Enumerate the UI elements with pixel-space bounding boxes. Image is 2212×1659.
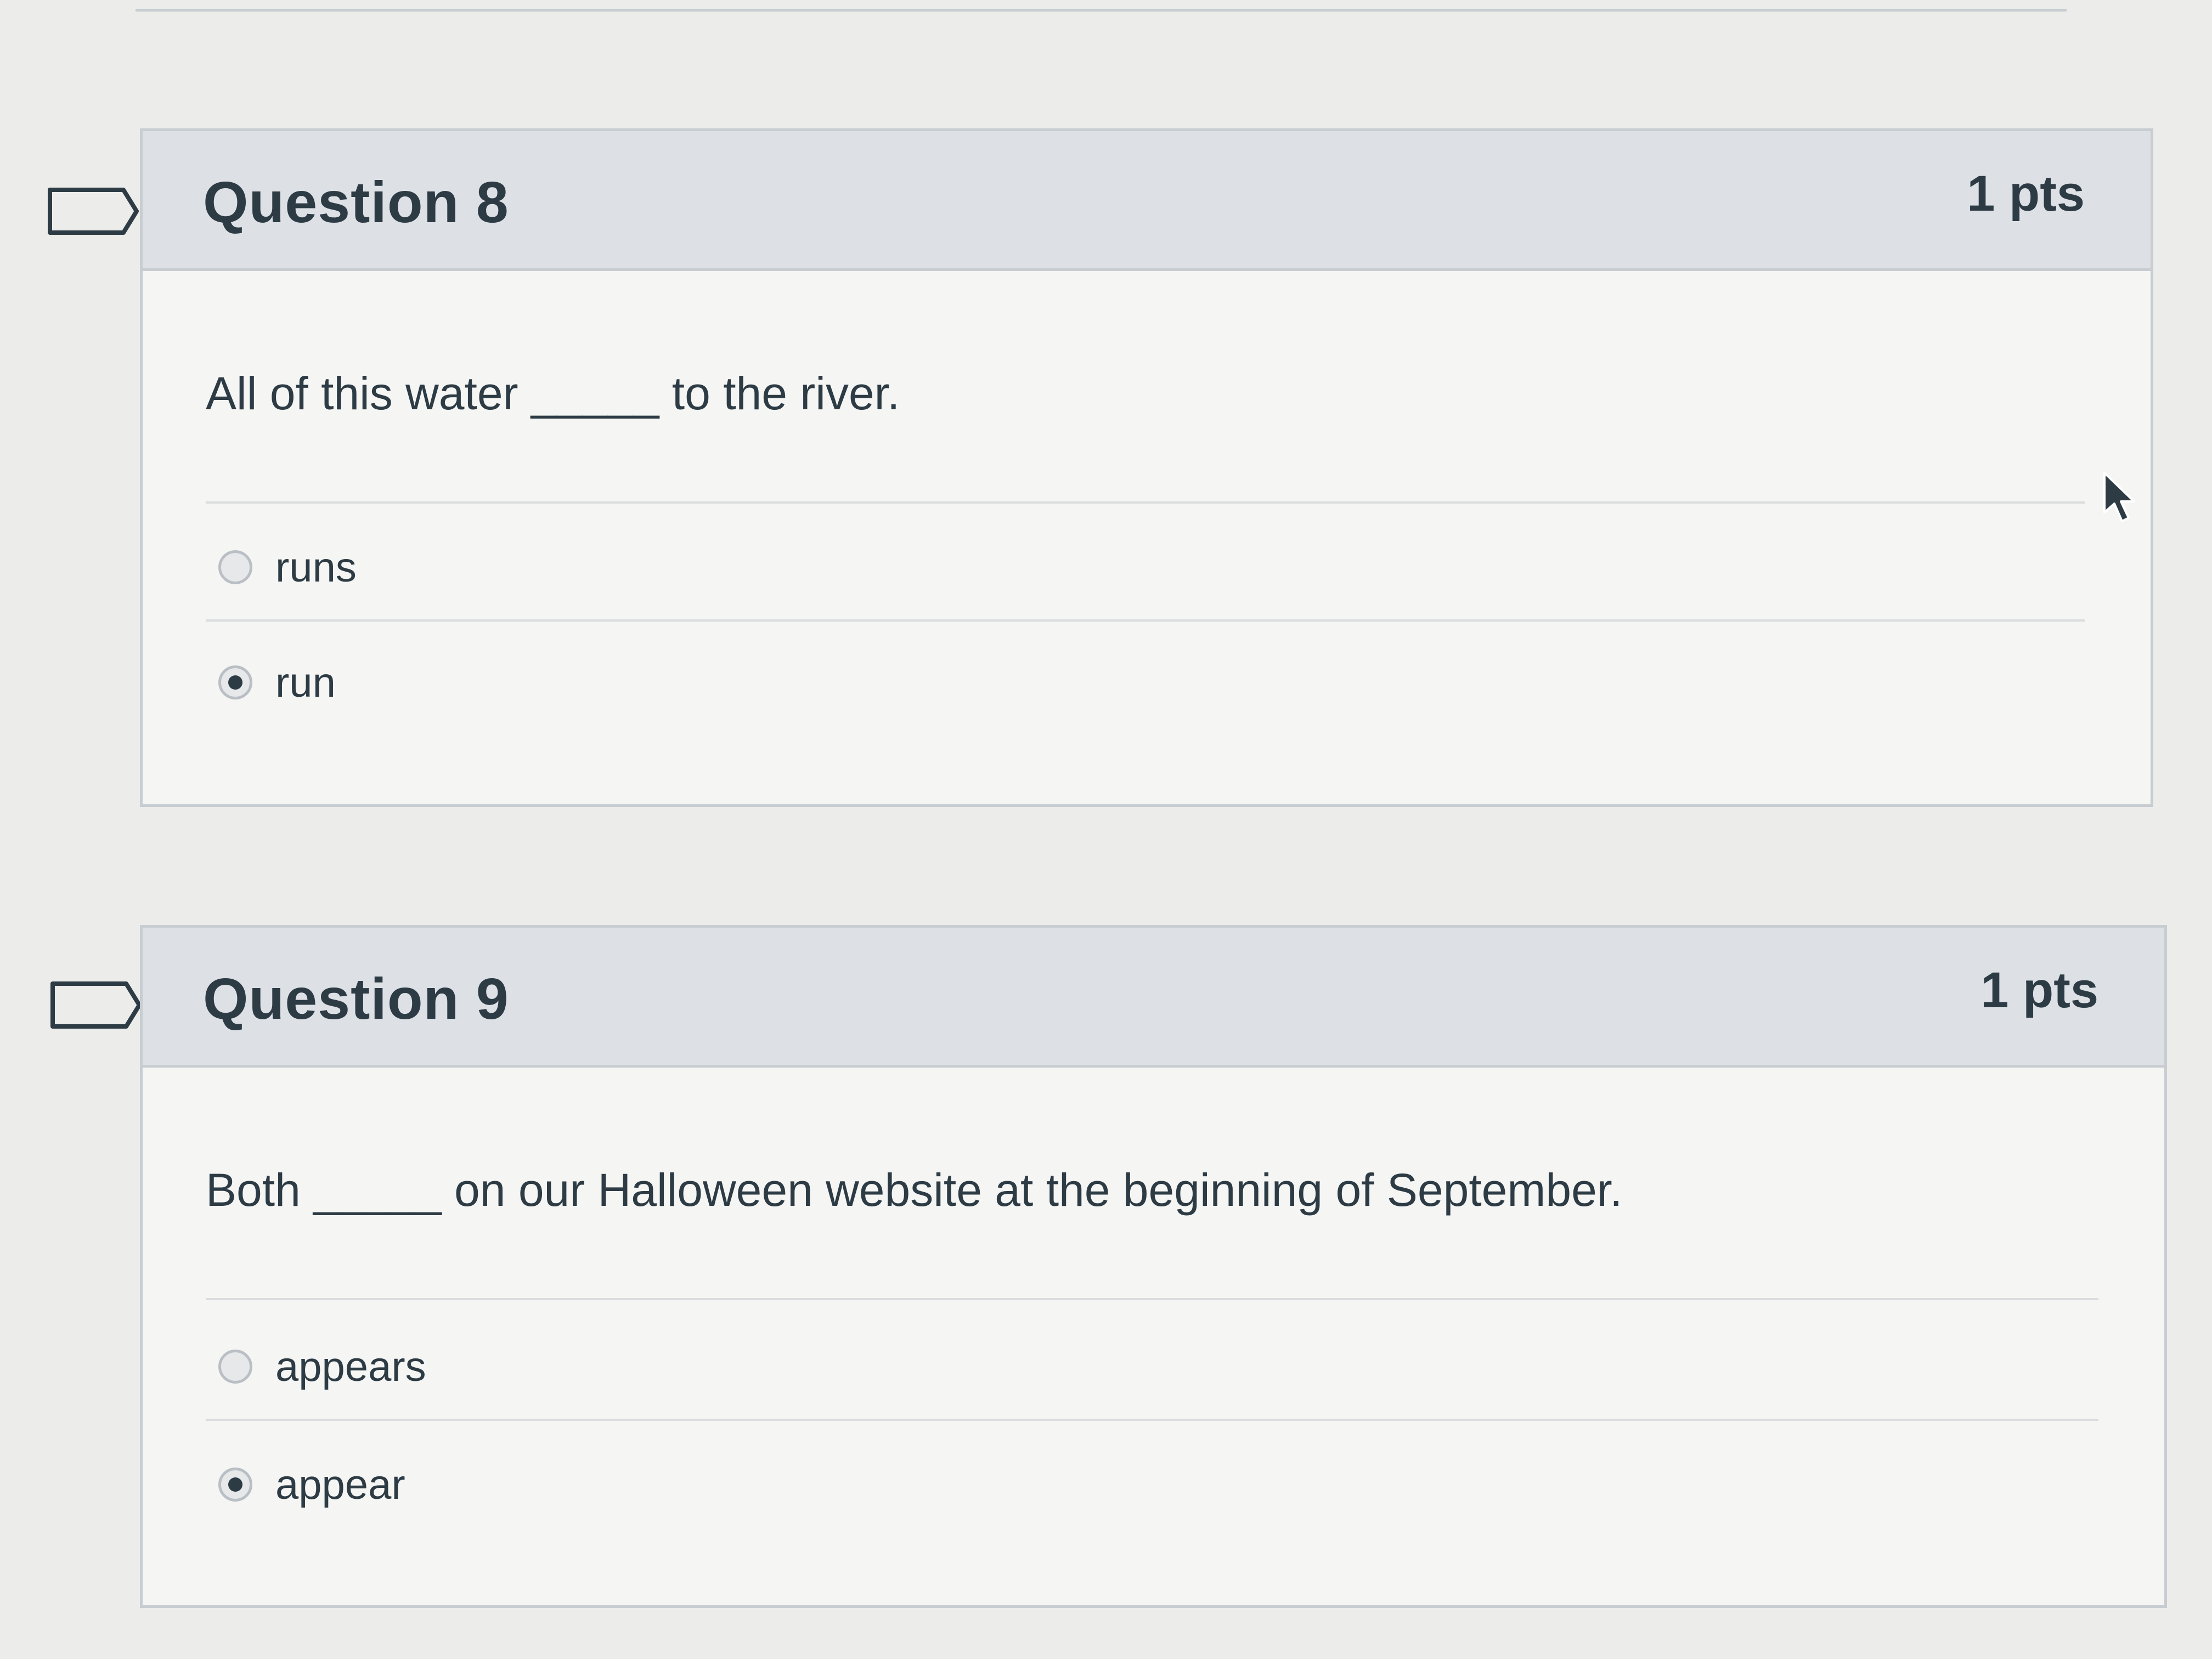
answer-label: appears	[275, 1343, 426, 1390]
answer-option-selected[interactable]: run	[218, 652, 336, 713]
question-8-card: Question 8 1 pts All of this water _____…	[140, 128, 2153, 807]
radio-button[interactable]	[218, 550, 252, 584]
answer-divider	[206, 1419, 2098, 1421]
question-header: Question 8 1 pts	[143, 131, 2151, 271]
question-text: Both _____ on our Halloween website at t…	[206, 1164, 1623, 1216]
answer-divider	[206, 501, 2085, 504]
question-text: All of this water _____ to the river.	[206, 368, 900, 419]
previous-question-border	[136, 0, 2067, 12]
question-points: 1 pts	[1967, 166, 2085, 222]
flag-question-icon[interactable]	[49, 980, 143, 1030]
answer-option-selected[interactable]: appear	[218, 1454, 405, 1515]
answer-option[interactable]: appears	[218, 1336, 426, 1397]
question-title: Question 9	[203, 967, 509, 1031]
radio-button[interactable]	[218, 1350, 252, 1384]
answer-divider	[206, 619, 2085, 622]
flag-question-icon[interactable]	[47, 187, 140, 236]
question-points: 1 pts	[1980, 962, 2098, 1018]
radio-button-checked[interactable]	[218, 665, 252, 699]
answer-divider	[206, 1298, 2098, 1300]
question-header: Question 9 1 pts	[143, 928, 2164, 1068]
answer-label: runs	[275, 544, 357, 591]
question-9-card: Question 9 1 pts Both _____ on our Hallo…	[140, 925, 2167, 1608]
mouse-cursor-icon	[2103, 472, 2135, 522]
question-title: Question 8	[203, 170, 509, 235]
answer-label: appear	[275, 1461, 405, 1508]
radio-button-checked[interactable]	[218, 1468, 252, 1502]
answer-option[interactable]: runs	[218, 537, 357, 597]
answer-label: run	[275, 659, 336, 706]
